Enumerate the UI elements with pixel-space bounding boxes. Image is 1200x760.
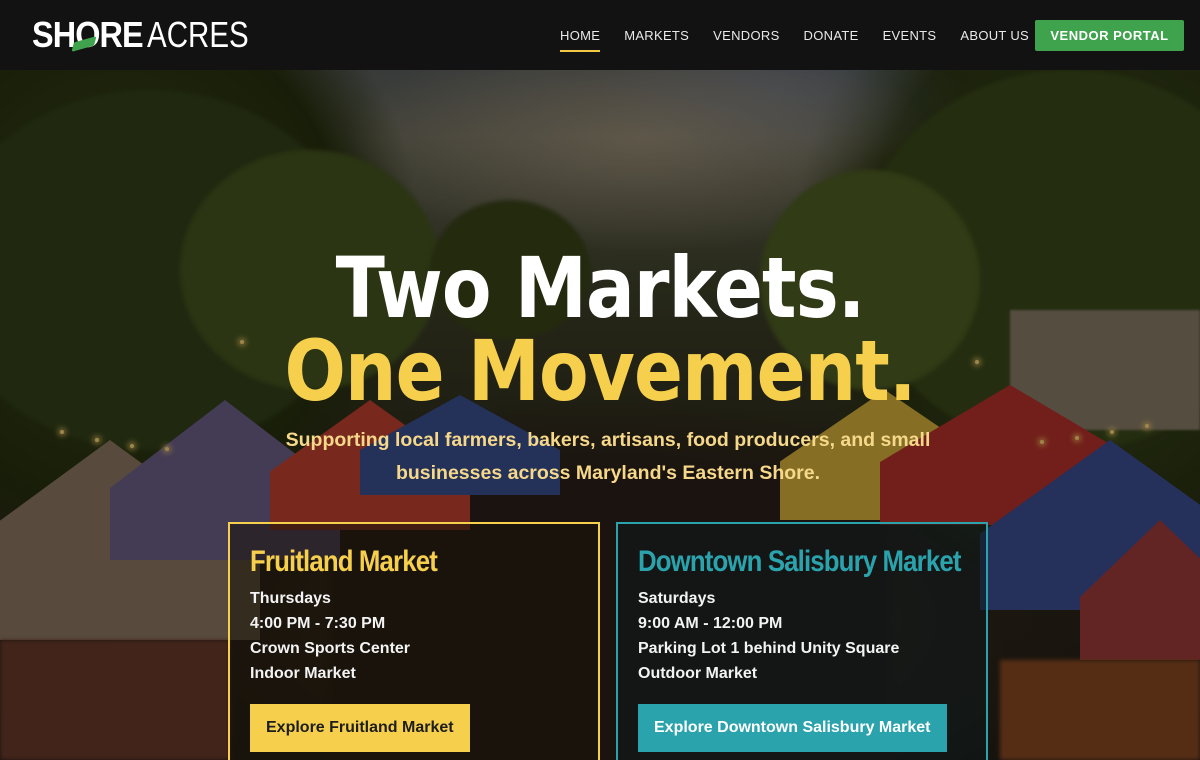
main-nav: HOME MARKETS VENDORS DONATE EVENTS ABOUT… <box>560 0 1053 70</box>
shore-acres-logo[interactable]: SHORE ACRES <box>32 15 271 55</box>
nav-about-us-link[interactable]: ABOUT US <box>960 28 1029 43</box>
market-hours: 4:00 PM - 7:30 PM <box>250 615 386 632</box>
headline-line-1: Two Markets. <box>335 239 866 337</box>
nav-events-link[interactable]: EVENTS <box>883 28 937 43</box>
market-hours: 9:00 AM - 12:00 PM <box>638 615 783 632</box>
market-location: Parking Lot 1 behind Unity Square <box>638 640 900 657</box>
market-card-title: Downtown Salisbury Market <box>638 545 961 578</box>
logo-text-acres: ACRES <box>147 14 249 55</box>
downtown-salisbury-market-card: Downtown Salisbury Market Saturdays 9:00… <box>616 522 988 760</box>
vendor-portal-button[interactable]: VENDOR PORTAL <box>1035 20 1184 51</box>
nav-donate-link[interactable]: DONATE <box>804 28 859 43</box>
explore-fruitland-button[interactable]: Explore Fruitland Market <box>250 704 470 752</box>
fruitland-market-card: Fruitland Market Thursdays 4:00 PM - 7:3… <box>228 522 600 760</box>
market-location: Crown Sports Center <box>250 640 411 657</box>
headline-line-2: One Movement. <box>284 322 916 420</box>
logo-text-shore: SHORE <box>32 14 144 55</box>
market-type: Indoor Market <box>250 665 356 682</box>
top-navbar: SHORE ACRES HOME MARKETS VENDORS DONATE … <box>0 0 1200 70</box>
nav-vendors-link[interactable]: VENDORS <box>713 28 779 43</box>
nav-markets-link[interactable]: MARKETS <box>624 28 689 43</box>
hero-headline: Two Markets. One Movement. <box>0 239 1200 420</box>
explore-salisbury-button[interactable]: Explore Downtown Salisbury Market <box>638 704 947 752</box>
market-day: Saturdays <box>638 590 716 607</box>
market-card-title: Fruitland Market <box>250 545 438 578</box>
hero-subtitle: Supporting local farmers, bakers, artisa… <box>285 429 931 484</box>
market-day: Thursdays <box>250 590 331 607</box>
market-type: Outdoor Market <box>638 665 758 682</box>
nav-home-link[interactable]: HOME <box>560 28 601 52</box>
